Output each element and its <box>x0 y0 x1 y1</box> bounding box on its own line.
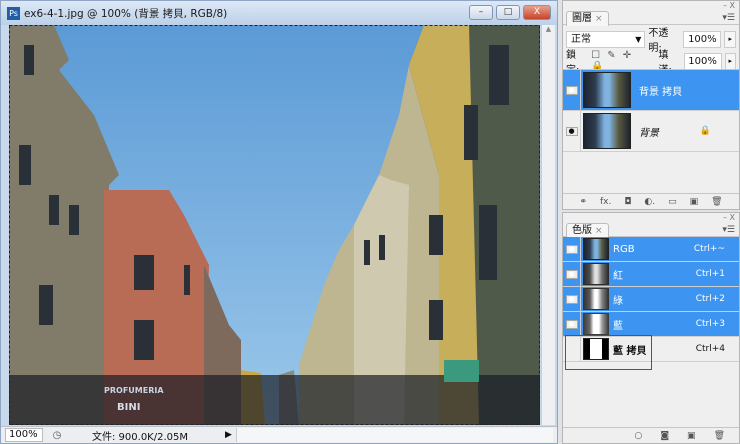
new-channel-icon[interactable]: ▣ <box>687 431 696 441</box>
tab-layers[interactable]: 圖層 × <box>566 11 609 26</box>
close-button[interactable]: X <box>523 5 551 20</box>
horizontal-scrollbar[interactable] <box>235 428 553 442</box>
panel-menu-icon[interactable]: ▾☰ <box>722 225 735 235</box>
trash-icon[interactable]: 🗑 <box>714 431 725 441</box>
link-icon[interactable]: ⚭ <box>579 197 587 207</box>
load-selection-icon[interactable]: ○ <box>634 431 642 441</box>
status-bar: 100% ◷ 文件: 900.0K/2.05M ▶ <box>1 426 557 443</box>
opacity-slider-button[interactable]: ▸ <box>724 30 737 48</box>
channel-thumbnail <box>583 263 609 285</box>
status-menu-arrow[interactable]: ▶ <box>225 430 232 440</box>
layer-thumbnail <box>583 72 631 108</box>
eye-icon: ● <box>565 294 578 304</box>
channel-name: RGB <box>613 243 635 255</box>
file-info: 文件: 900.0K/2.05M <box>92 431 188 443</box>
folder-icon[interactable]: ▭ <box>668 197 677 207</box>
layer-row[interactable]: ● 背景 拷貝 <box>563 70 739 111</box>
chevron-down-icon: ▼ <box>635 34 642 44</box>
channel-row[interactable]: ● 藍 Ctrl+3 <box>563 312 739 337</box>
status-options-icon[interactable]: ◷ <box>49 430 65 441</box>
channel-name: 紅 <box>613 270 623 282</box>
image-canvas[interactable]: PROFUMERIA BINI <box>9 25 540 425</box>
sign-text: PROFUMERIA <box>104 386 164 395</box>
layer-thumbnail <box>583 113 631 149</box>
panel-collapse-close[interactable]: – X <box>563 1 739 11</box>
sign-text: BINI <box>117 402 140 413</box>
document-window: Ps ex6-4-1.jpg @ 100% (背景 拷貝, RGB/8) – □… <box>0 0 558 444</box>
minimize-button[interactable]: – <box>469 5 493 20</box>
mask-icon[interactable]: ◘ <box>624 197 631 207</box>
tab-label: 圖層 <box>572 13 592 24</box>
visibility-toggle[interactable]: ● <box>563 111 581 151</box>
adjustment-icon[interactable]: ◐. <box>644 197 655 207</box>
layers-footer: ⚭ fx. ◘ ◐. ▭ ▣ 🗑 <box>563 193 739 209</box>
channel-row[interactable]: ● 紅 Ctrl+1 <box>563 262 739 287</box>
visibility-toggle[interactable]: ● <box>563 287 581 311</box>
channel-name: 綠 <box>613 295 623 307</box>
channels-footer: ○ ◙ ▣ 🗑 <box>563 427 739 443</box>
highlight-box <box>565 335 652 370</box>
channel-shortcut: Ctrl+3 <box>695 319 725 329</box>
channels-panel: – X 色版 × ▾☰ ● RGB Ctrl+~ ● 紅 Ctrl+1 ● 綠 C… <box>562 212 740 444</box>
visibility-toggle[interactable]: ● <box>563 262 581 286</box>
street-photo: PROFUMERIA BINI <box>9 25 540 425</box>
fill-slider-button[interactable]: ▸ <box>724 52 736 70</box>
layer-name: 背景 <box>639 127 659 139</box>
photoshop-icon: Ps <box>7 6 20 20</box>
eye-icon: ● <box>565 269 578 279</box>
visibility-toggle[interactable]: ● <box>563 312 581 336</box>
tab-label: 色版 <box>572 225 592 236</box>
layer-row[interactable]: ● 背景 🔒 <box>563 111 739 152</box>
eye-icon: ● <box>565 85 578 95</box>
channel-shortcut: Ctrl+~ <box>693 244 725 254</box>
channel-row[interactable]: ● 綠 Ctrl+2 <box>563 287 739 312</box>
eye-icon: ● <box>565 244 578 254</box>
channel-row[interactable]: ● RGB Ctrl+~ <box>563 237 739 262</box>
vertical-scrollbar[interactable]: ▲ <box>541 25 555 425</box>
layer-name: 背景 拷貝 <box>639 86 683 98</box>
blend-mode-value: 正常 <box>571 33 591 45</box>
lock-icon: 🔒 <box>699 126 711 136</box>
channel-shortcut: Ctrl+4 <box>695 344 725 354</box>
visibility-toggle[interactable]: ● <box>563 237 581 261</box>
save-selection-icon[interactable]: ◙ <box>660 431 669 441</box>
visibility-toggle[interactable]: ● <box>563 70 581 110</box>
trash-icon[interactable]: 🗑 <box>711 197 722 207</box>
panel-collapse-close[interactable]: – X <box>563 213 739 223</box>
document-title: ex6-4-1.jpg @ 100% (背景 拷貝, RGB/8) <box>24 7 228 20</box>
close-icon[interactable]: × <box>595 226 603 236</box>
new-layer-icon[interactable]: ▣ <box>690 197 699 207</box>
channel-name: 藍 <box>613 320 623 332</box>
close-icon[interactable]: × <box>595 14 603 24</box>
fill-input[interactable]: 100% <box>683 52 722 70</box>
opacity-input[interactable]: 100% <box>683 30 722 48</box>
title-bar[interactable]: Ps ex6-4-1.jpg @ 100% (背景 拷貝, RGB/8) – □… <box>1 1 557 25</box>
blend-mode-select[interactable]: 正常 ▼ <box>566 30 646 48</box>
channel-shortcut: Ctrl+2 <box>695 294 725 304</box>
channel-thumbnail <box>583 288 609 310</box>
channel-shortcut: Ctrl+1 <box>695 269 725 279</box>
channel-thumbnail <box>583 313 609 335</box>
fx-icon[interactable]: fx. <box>600 197 611 207</box>
tab-channels[interactable]: 色版 × <box>566 223 609 238</box>
zoom-field[interactable]: 100% <box>5 428 43 442</box>
eye-icon: ● <box>565 126 578 136</box>
maximize-button[interactable]: □ <box>496 5 520 20</box>
channel-thumbnail <box>583 238 609 260</box>
panel-menu-icon[interactable]: ▾☰ <box>722 13 735 23</box>
layers-panel: – X 圖層× ▾☰ 正常▼ 不透明: 100% ▸ 鎖定: ☐ ✎ ✛ 🔒 填… <box>562 0 740 210</box>
eye-icon: ● <box>565 319 578 329</box>
